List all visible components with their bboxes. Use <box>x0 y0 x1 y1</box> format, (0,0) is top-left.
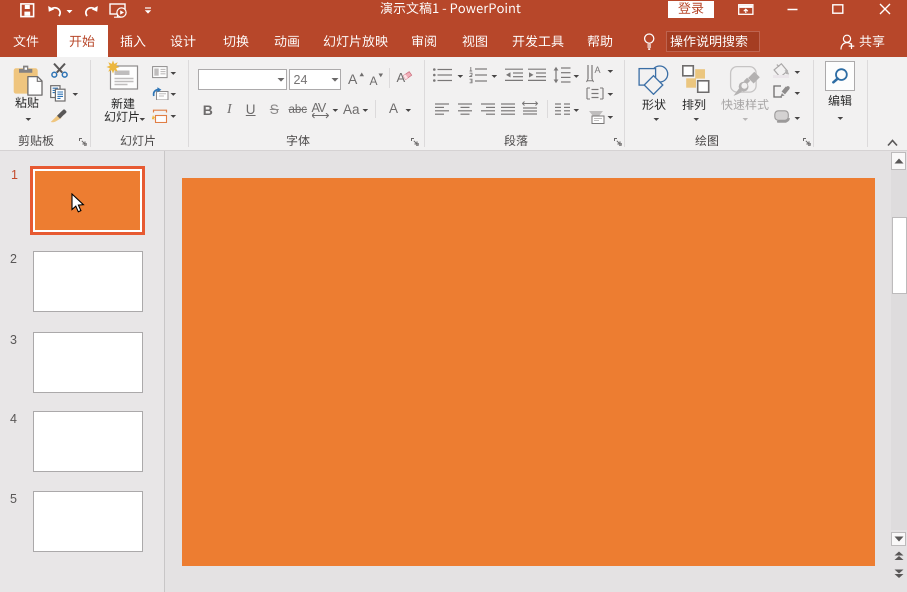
svg-text:A: A <box>595 65 601 75</box>
